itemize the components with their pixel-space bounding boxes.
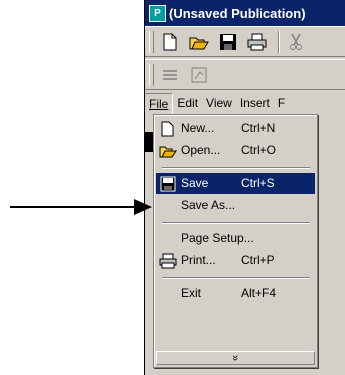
printer-icon (159, 253, 177, 268)
save-disk-icon (160, 176, 176, 191)
print-button[interactable] (245, 30, 269, 54)
menu-item-open[interactable]: Open... Ctrl+O (156, 140, 315, 161)
title-bar[interactable]: P (Unsaved Publication) (144, 0, 345, 26)
menu-item-shortcut: Alt+F4 (241, 286, 277, 300)
properties-icon (191, 67, 207, 82)
menu-view[interactable]: View (202, 93, 236, 113)
open-folder-icon (159, 146, 177, 157)
scissors-icon (290, 33, 302, 50)
printer-icon (247, 33, 267, 50)
save-disk-icon (220, 33, 236, 50)
menu-item-print[interactable]: Print... Ctrl+P (156, 250, 315, 271)
formatting-toolbar (144, 59, 345, 90)
menu-item-label: Page Setup... (181, 231, 254, 245)
menu-item-page-setup[interactable]: Page Setup... (156, 228, 315, 249)
menu-bar: File Edit View Insert F (144, 92, 345, 114)
chevron-double-down-icon: » (229, 354, 242, 362)
toolbar-grip[interactable] (149, 30, 154, 53)
toolbar-grip[interactable] (149, 63, 154, 86)
menu-edit[interactable]: Edit (173, 93, 202, 113)
properties-button[interactable] (187, 63, 211, 87)
menu-item-new[interactable]: New... Ctrl+N (156, 118, 315, 139)
menu-separator (162, 277, 310, 279)
menu-format[interactable]: F (274, 93, 289, 113)
menu-insert[interactable]: Insert (236, 93, 274, 113)
menu-item-shortcut: Ctrl+S (241, 176, 275, 190)
new-button[interactable] (158, 30, 182, 54)
standard-toolbar (144, 26, 345, 57)
new-document-icon (161, 121, 174, 136)
menu-file[interactable]: File (144, 92, 174, 114)
save-button[interactable] (216, 30, 240, 54)
publisher-app-icon[interactable]: P (149, 4, 166, 22)
align-button[interactable] (158, 63, 182, 87)
menu-item-save-as[interactable]: Save As... (156, 195, 315, 216)
window-title: (Unsaved Publication) (169, 5, 306, 21)
menu-separator (162, 167, 310, 169)
new-document-icon (163, 33, 177, 50)
menu-item-shortcut: Ctrl+O (241, 143, 277, 157)
cut-button[interactable] (284, 30, 308, 54)
menu-item-label: New... (181, 121, 215, 135)
align-lines-icon (163, 69, 177, 80)
menu-item-label: Save As... (181, 198, 236, 212)
toolbar-separator (278, 30, 280, 53)
menu-item-exit[interactable]: Exit Alt+F4 (156, 283, 315, 304)
window-border (144, 0, 145, 375)
menu-item-save[interactable]: Save Ctrl+S (156, 173, 315, 194)
menu-item-label: Save (181, 176, 209, 190)
window-edge-marker (145, 132, 153, 152)
menu-item-label: Exit (181, 286, 202, 300)
open-folder-icon (189, 37, 209, 49)
open-button[interactable] (187, 30, 211, 54)
file-menu-dropdown: New... Ctrl+N Open... Ctrl+O Save Ctrl+S… (153, 114, 318, 368)
menu-item-shortcut: Ctrl+P (241, 253, 275, 267)
menu-item-label: Open... (181, 143, 221, 157)
menu-item-label: Print... (181, 253, 216, 267)
menu-separator (162, 222, 310, 224)
expand-menu-button[interactable]: » (156, 351, 315, 365)
menu-item-shortcut: Ctrl+N (241, 121, 276, 135)
